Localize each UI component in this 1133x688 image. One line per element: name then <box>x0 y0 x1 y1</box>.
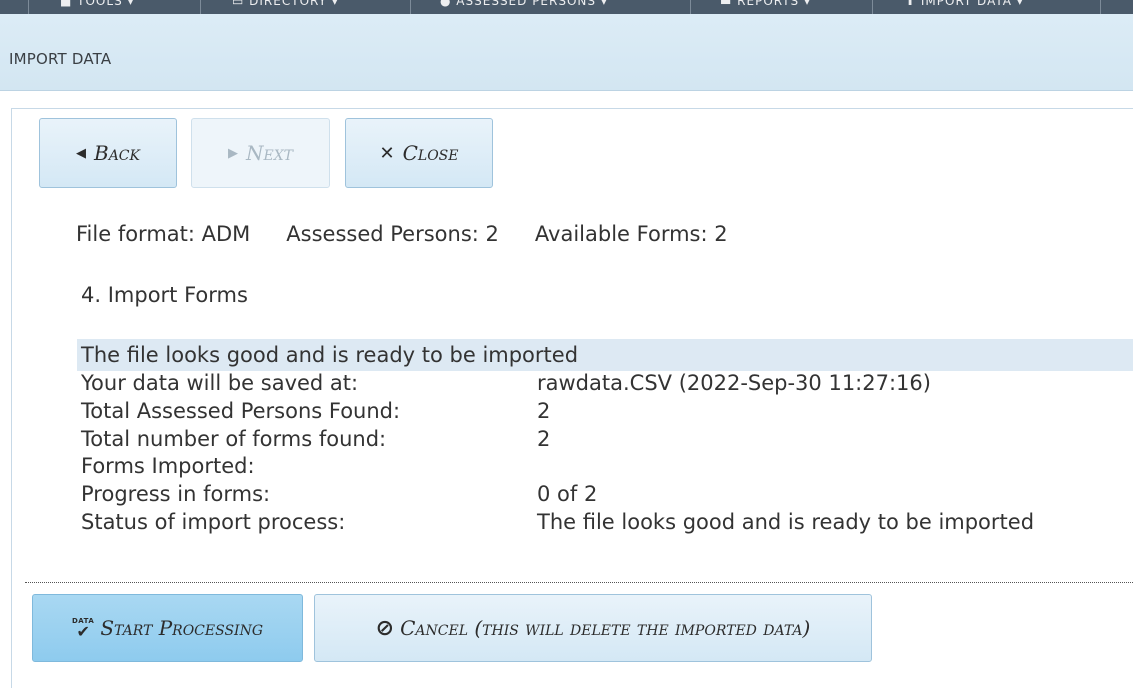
ban-icon: ⊘ <box>375 615 395 641</box>
nav-item-assessed-persons[interactable]: ● ASSESSED PERSONS ▾ <box>440 0 608 10</box>
detail-label: Your data will be saved at: <box>81 371 359 395</box>
detail-label: Status of import process: <box>81 510 346 534</box>
status-banner-text: The file looks good and is ready to be i… <box>81 343 579 367</box>
nav-item-assessed-persons-label: ASSESSED PERSONS <box>456 0 597 8</box>
triangle-left-icon: ◀ <box>76 145 86 161</box>
close-icon: ✕ <box>379 142 395 164</box>
data-check-icon: DATA ✔ <box>72 617 94 641</box>
back-button-label: Back <box>94 141 140 165</box>
next-button-label: Next <box>245 141 294 165</box>
close-button-label: Close <box>402 141 459 165</box>
nav-separator <box>410 0 411 14</box>
detail-value-save-location: rawdata.CSV (2022-Sep-30 11:27:16) <box>537 371 931 395</box>
import-summary: File format: ADM Assessed Persons: 2 Avail… <box>76 222 728 246</box>
detail-label: Total number of forms found: <box>81 427 387 451</box>
nav-item-reports[interactable]: ▬ REPORTS ▾ <box>720 0 811 10</box>
file-format-text: File format: ADM <box>76 222 251 246</box>
detail-value-forms-found: 2 <box>537 427 551 451</box>
dialog-header: IMPORT DATA <box>0 14 1133 91</box>
detail-label: Forms Imported: <box>81 454 255 478</box>
dialog-title: IMPORT DATA <box>9 50 112 68</box>
nav-item-import-data-label: IMPORT DATA <box>920 0 1012 8</box>
wrench-icon: ■ <box>60 0 78 8</box>
triangle-right-icon: ▶ <box>227 145 238 161</box>
nav-item-directory-label: DIRECTORY <box>249 0 327 8</box>
nav-item-tools-label: TOOLS <box>77 0 123 8</box>
checkmark-glyph: ✔ <box>76 622 90 641</box>
cancel-import-label: Cancel (this will delete the imported da… <box>400 616 811 640</box>
nav-separator <box>690 0 691 14</box>
next-button[interactable]: ▶ Next <box>191 118 330 188</box>
nav-item-tools[interactable]: ■ TOOLS ▾ <box>60 0 135 10</box>
nav-separator <box>1100 0 1101 14</box>
top-navigation: ■ TOOLS ▾ ▭ DIRECTORY ▾ ● ASSESSED PERSO… <box>0 0 1133 15</box>
assessed-persons-count: Assessed Persons: 2 <box>286 222 499 246</box>
detail-value-status: The file looks good and is ready to be i… <box>537 510 1035 534</box>
close-button[interactable]: ✕ Close <box>345 118 493 188</box>
detail-value-progress: 0 of 2 <box>537 482 598 506</box>
back-button[interactable]: ◀ Back <box>39 118 177 188</box>
upload-icon: ⬆ <box>905 0 921 8</box>
start-processing-button[interactable]: DATA ✔ Start Processing <box>32 594 303 662</box>
available-forms-count: Available Forms: 2 <box>534 222 728 246</box>
start-processing-label: Start Processing <box>100 616 264 640</box>
nav-separator <box>872 0 873 14</box>
report-icon: ▬ <box>720 0 738 8</box>
step-title: 4. Import Forms <box>81 283 248 307</box>
divider <box>25 582 1133 583</box>
nav-item-directory[interactable]: ▭ DIRECTORY ▾ <box>232 0 339 10</box>
detail-label: Progress in forms: <box>81 482 271 506</box>
detail-label: Total Assessed Persons Found: <box>81 399 401 423</box>
cancel-import-button[interactable]: ⊘ Cancel (this will delete the imported … <box>314 594 872 662</box>
person-icon: ● <box>440 0 457 8</box>
nav-separator <box>200 0 201 14</box>
detail-value-persons-found: 2 <box>537 399 551 423</box>
folder-icon: ▭ <box>232 0 250 8</box>
nav-item-import-data[interactable]: ⬆ IMPORT DATA ▾ <box>905 0 1024 10</box>
nav-item-reports-label: REPORTS <box>737 0 800 8</box>
nav-separator <box>28 0 29 14</box>
